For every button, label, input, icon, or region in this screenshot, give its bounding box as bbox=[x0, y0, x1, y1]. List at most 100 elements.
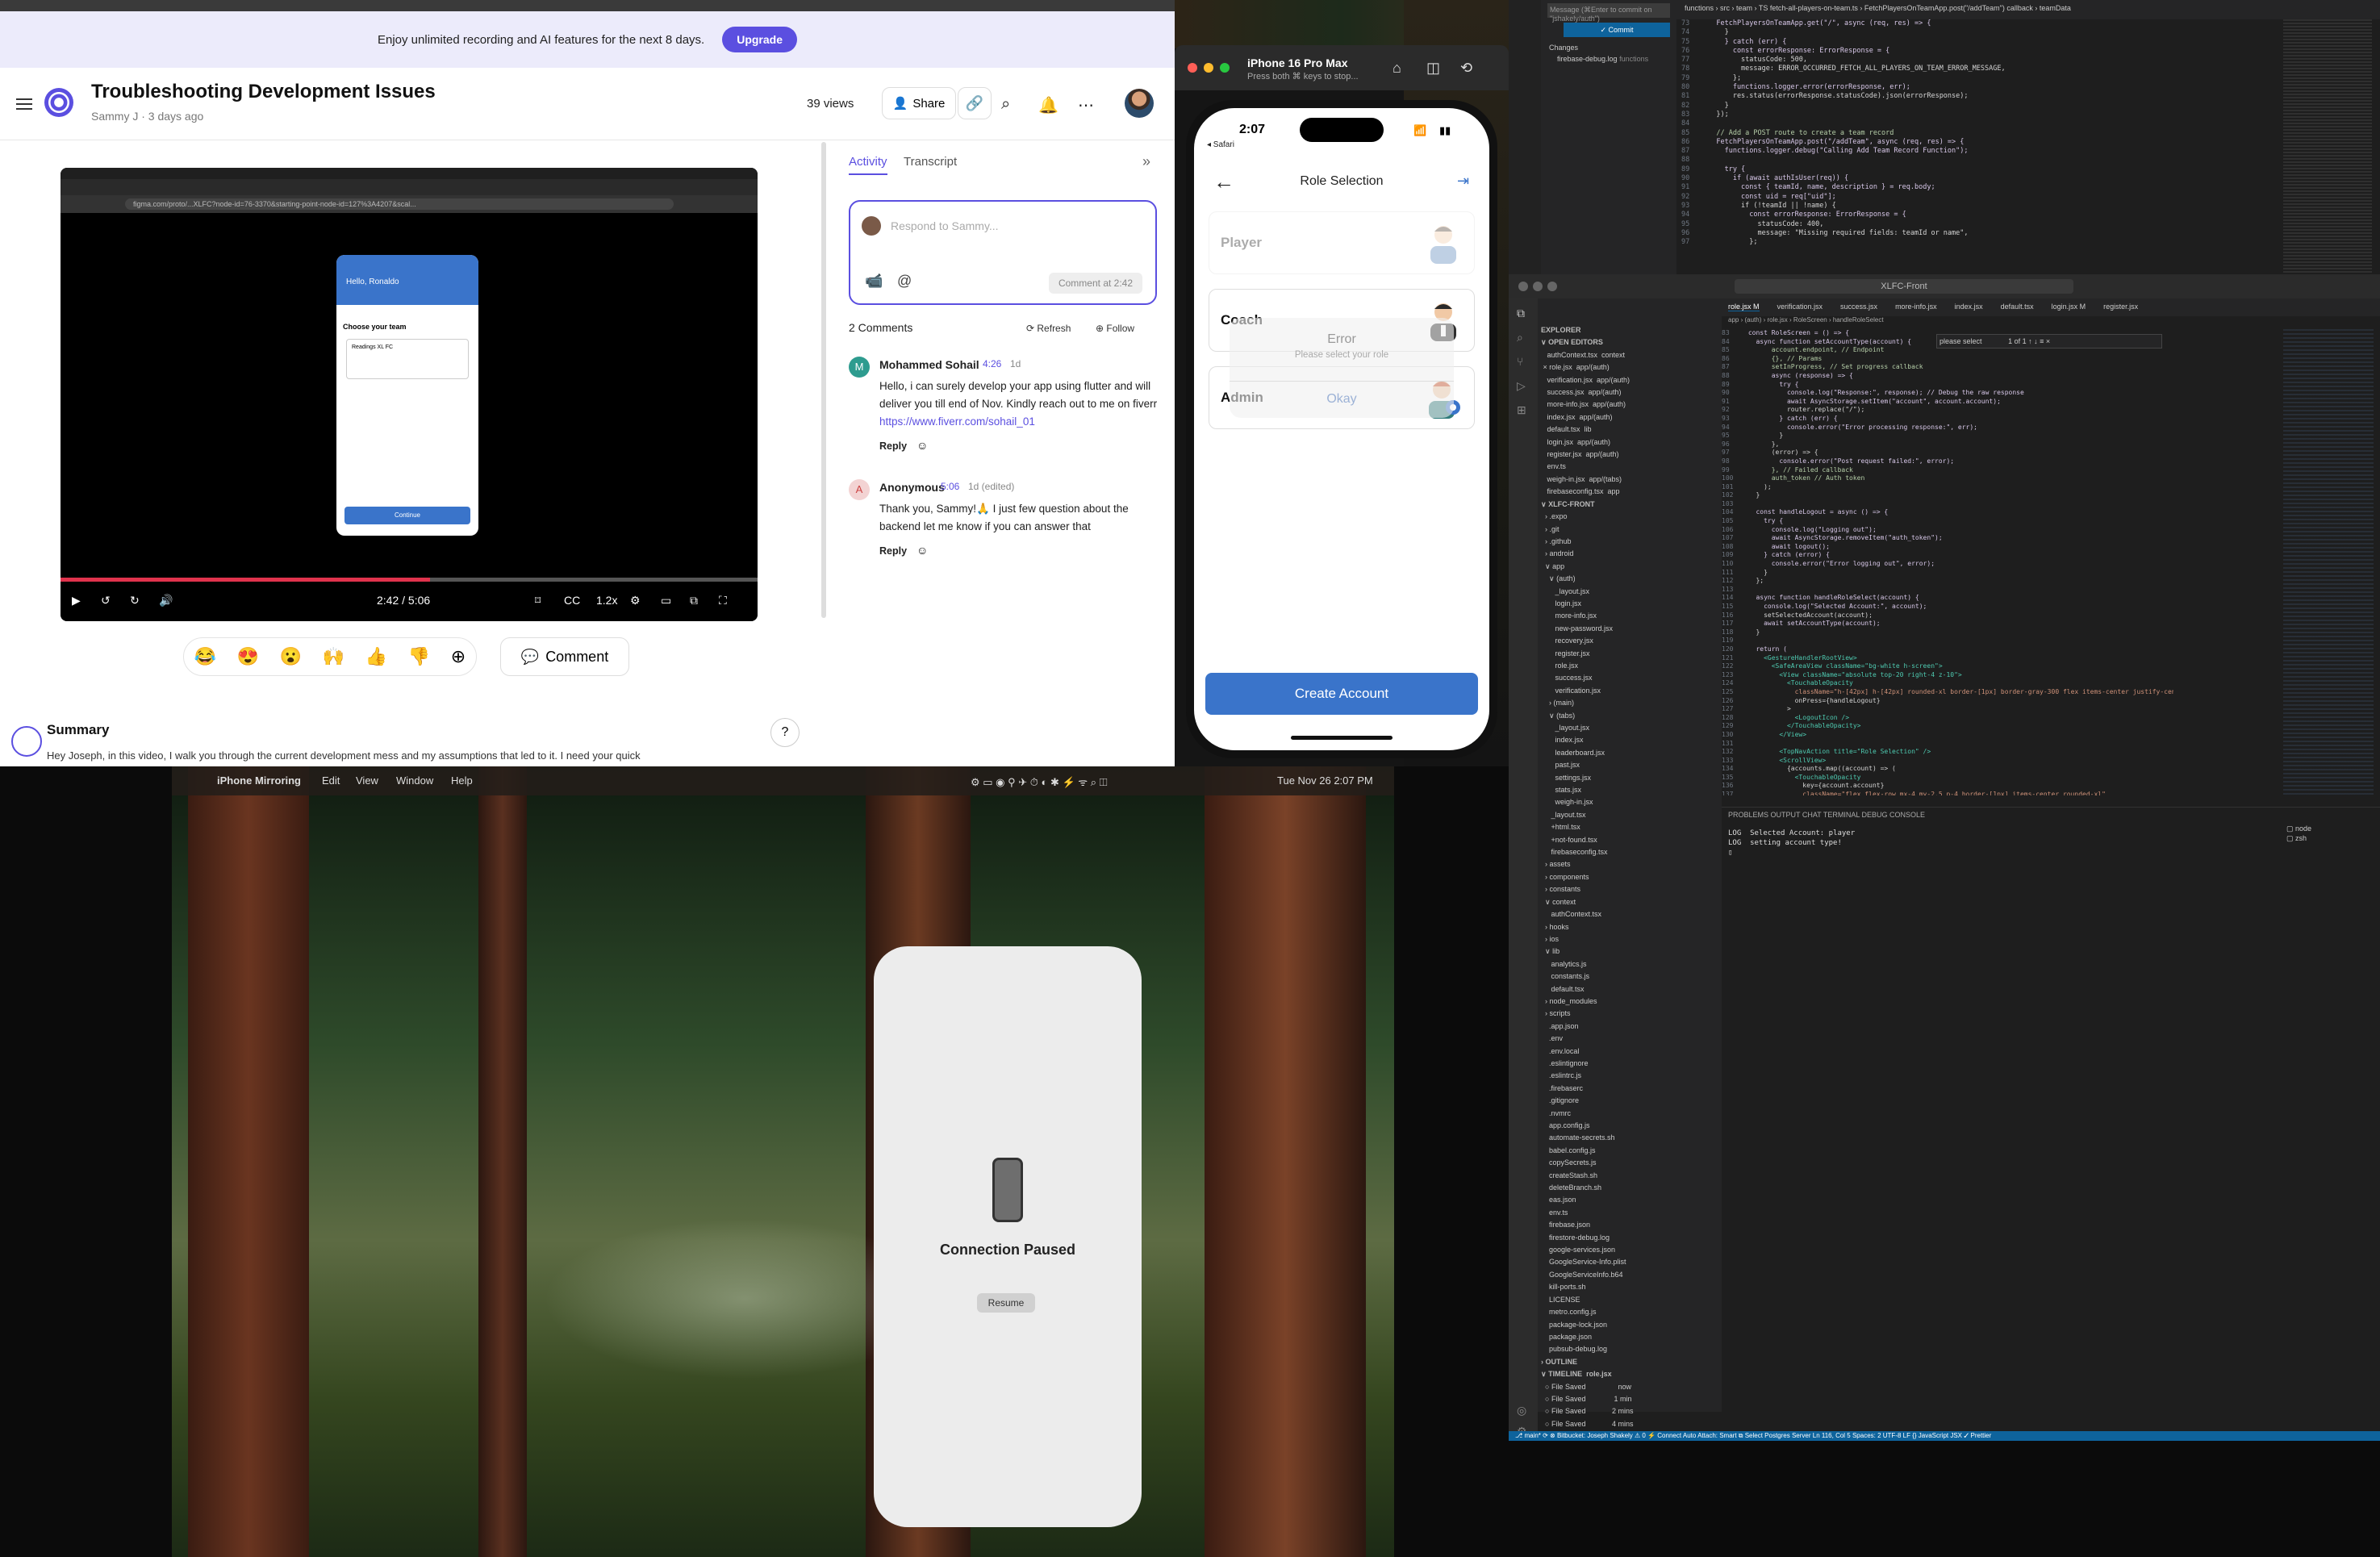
zoom-window-icon[interactable] bbox=[1547, 282, 1557, 291]
tree-item[interactable]: weigh-in.jsx app/(tabs) bbox=[1541, 474, 1722, 486]
tree-item[interactable]: firebaseconfig.tsx bbox=[1541, 846, 1722, 858]
refresh-button[interactable]: ⟳ Refresh bbox=[1026, 323, 1071, 334]
minimize-window-icon[interactable] bbox=[1533, 282, 1543, 291]
bookmark-icon[interactable]: ⌑ bbox=[535, 594, 541, 607]
editor-tab[interactable]: default.tsx bbox=[2001, 303, 2034, 311]
menu-edit[interactable]: Edit bbox=[322, 774, 340, 787]
command-center[interactable]: XLFC-Front bbox=[1735, 279, 2073, 294]
tree-item[interactable]: › OUTLINE bbox=[1541, 1356, 1722, 1368]
tree-item[interactable]: copySecrets.js bbox=[1541, 1157, 1722, 1169]
tree-item[interactable]: firestore-debug.log bbox=[1541, 1232, 1722, 1244]
search-icon[interactable]: ⌕ bbox=[1001, 95, 1010, 114]
terminal-session[interactable]: ▢ node bbox=[2286, 824, 2311, 833]
tree-item[interactable]: +html.tsx bbox=[1541, 821, 1722, 833]
home-indicator[interactable] bbox=[1291, 736, 1393, 740]
tree-item[interactable]: .nvmrc bbox=[1541, 1108, 1722, 1120]
captions-icon[interactable]: CC bbox=[564, 594, 580, 607]
menu-icon[interactable] bbox=[16, 98, 32, 110]
commit-button[interactable]: ✓ Commit bbox=[1564, 23, 1670, 37]
reaction-2[interactable]: 😮 bbox=[280, 646, 302, 667]
menubar-clock[interactable]: Tue Nov 26 2:07 PM bbox=[1277, 774, 1373, 787]
volume-icon[interactable]: 🔊 bbox=[159, 594, 173, 607]
video-player[interactable]: figma.com/proto/...XLFC?node-id=76-3370&… bbox=[61, 168, 758, 621]
tree-item[interactable]: › .git bbox=[1541, 524, 1722, 536]
comment-composer[interactable]: Respond to Sammy... 📹 @ Comment at 2:42 bbox=[849, 200, 1157, 305]
video-progress-bar[interactable] bbox=[61, 578, 758, 582]
tree-item[interactable]: default.tsx bbox=[1541, 983, 1722, 996]
tree-item[interactable]: authContext.tsx bbox=[1541, 908, 1722, 920]
find-widget[interactable]: please select 1 of 1 ↑ ↓ ≡ × bbox=[1936, 334, 2162, 349]
tree-item[interactable]: default.tsx lib bbox=[1541, 424, 1722, 436]
video-comment-icon[interactable]: 📹 bbox=[865, 273, 883, 290]
mention-icon[interactable]: @ bbox=[897, 273, 912, 290]
tree-item[interactable]: deleteBranch.sh bbox=[1541, 1182, 1722, 1194]
tree-item[interactable]: .env bbox=[1541, 1033, 1722, 1045]
tree-item[interactable]: ○ File Saved 2 mins bbox=[1541, 1405, 1722, 1417]
tree-item[interactable]: index.jsx bbox=[1541, 734, 1722, 746]
tree-item[interactable]: success.jsx bbox=[1541, 672, 1722, 684]
reaction-3[interactable]: 🙌 bbox=[323, 646, 344, 667]
tree-item[interactable]: _layout.jsx bbox=[1541, 586, 1722, 598]
zoom-window-icon[interactable] bbox=[1220, 63, 1230, 73]
tree-item[interactable]: env.ts bbox=[1541, 461, 1722, 473]
resume-button[interactable]: Resume bbox=[977, 1293, 1035, 1313]
tree-item[interactable]: ○ File Saved 4 mins bbox=[1541, 1418, 1722, 1430]
comment-timestamp[interactable]: 4:26 bbox=[983, 358, 1001, 369]
tree-item[interactable]: › scripts bbox=[1541, 1008, 1722, 1020]
pip-icon[interactable]: ⧉ bbox=[690, 594, 698, 607]
tree-item[interactable]: +not-found.tsx bbox=[1541, 834, 1722, 846]
tree-item[interactable]: login.jsx app/(auth) bbox=[1541, 436, 1722, 449]
loom-logo[interactable] bbox=[44, 88, 73, 117]
account-icon[interactable]: ◎ bbox=[1517, 1404, 1526, 1417]
close-window-icon[interactable] bbox=[1188, 63, 1197, 73]
tree-item[interactable]: automate-secrets.sh bbox=[1541, 1132, 1722, 1144]
copy-link-icon[interactable]: 🔗 bbox=[958, 87, 992, 119]
tree-item[interactable]: ∨ app bbox=[1541, 561, 1722, 573]
editor-tab[interactable]: success.jsx bbox=[1840, 303, 1877, 311]
tree-item[interactable]: › (main) bbox=[1541, 697, 1722, 709]
tree-item[interactable]: register.jsx bbox=[1541, 648, 1722, 660]
tree-item[interactable]: › node_modules bbox=[1541, 996, 1722, 1008]
tree-item[interactable]: app.config.js bbox=[1541, 1120, 1722, 1132]
comment-timestamp[interactable]: 5:06 bbox=[941, 481, 959, 492]
back-to-safari[interactable]: ◂ Safari bbox=[1207, 140, 1234, 149]
menu-view[interactable]: View bbox=[356, 774, 378, 787]
tree-item[interactable]: _layout.jsx bbox=[1541, 722, 1722, 734]
panel-scroll-divider[interactable] bbox=[821, 142, 826, 618]
settings-icon[interactable]: ⚙ bbox=[630, 594, 641, 607]
tree-item[interactable]: › .github bbox=[1541, 536, 1722, 548]
tree-item[interactable]: settings.jsx bbox=[1541, 772, 1722, 784]
tree-item[interactable]: babel.config.js bbox=[1541, 1145, 1722, 1157]
editor-tab[interactable]: role.jsx M bbox=[1728, 303, 1760, 311]
theater-icon[interactable]: ▭ bbox=[661, 594, 671, 607]
help-button[interactable]: ? bbox=[770, 718, 800, 747]
comment-input[interactable]: Respond to Sammy... bbox=[891, 219, 999, 232]
tree-item[interactable]: package-lock.json bbox=[1541, 1319, 1722, 1331]
tree-item[interactable]: authContext.tsx context bbox=[1541, 349, 1722, 361]
author-name[interactable]: Sammy J bbox=[91, 110, 138, 123]
menu-app[interactable]: iPhone Mirroring bbox=[217, 774, 301, 787]
tree-item[interactable]: ○ File Saved 1 min bbox=[1541, 1393, 1722, 1405]
logout-icon[interactable]: ⇥ bbox=[1457, 173, 1469, 190]
add-reaction-icon[interactable]: ☺ bbox=[917, 439, 928, 452]
tree-item[interactable]: recovery.jsx bbox=[1541, 635, 1722, 647]
search-icon[interactable]: ⌕ bbox=[1517, 331, 1523, 344]
tree-item[interactable]: › ios bbox=[1541, 933, 1722, 945]
reply-button[interactable]: Reply bbox=[879, 545, 907, 557]
editor-tab[interactable]: verification.jsx bbox=[1777, 303, 1823, 311]
terminal-output[interactable]: LOG Selected Account: player LOG setting … bbox=[1728, 829, 1855, 858]
tree-item[interactable]: › assets bbox=[1541, 858, 1722, 870]
changed-file[interactable]: firebase-debug.log functions bbox=[1557, 55, 1648, 63]
tree-item[interactable]: leaderboard.jsx bbox=[1541, 747, 1722, 759]
terminal-session[interactable]: ▢ zsh bbox=[2286, 833, 2311, 843]
tab-activity[interactable]: Activity bbox=[849, 155, 887, 175]
minimap[interactable] bbox=[2283, 329, 2374, 797]
tree-item[interactable]: ∨ lib bbox=[1541, 945, 1722, 958]
find-input[interactable]: please select bbox=[1939, 337, 1982, 345]
extensions-icon[interactable]: ⊞ bbox=[1517, 403, 1526, 417]
tree-item[interactable]: ∨ OPEN EDITORS bbox=[1541, 336, 1722, 349]
tree-item[interactable]: verification.jsx bbox=[1541, 685, 1722, 697]
views-count[interactable]: 39 views bbox=[807, 97, 854, 111]
summary-check-icon[interactable] bbox=[11, 726, 42, 757]
tree-item[interactable]: GoogleServiceInfo.b64 bbox=[1541, 1269, 1722, 1281]
